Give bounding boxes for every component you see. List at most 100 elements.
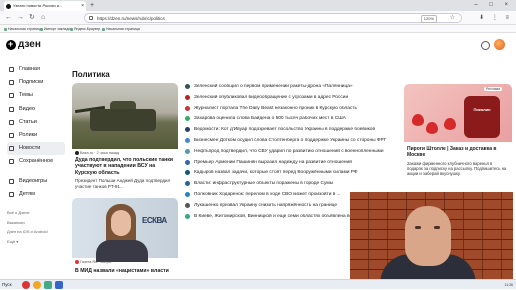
firefox-icon[interactable]: [33, 281, 41, 289]
source-icon: [185, 116, 190, 122]
bookmark-item[interactable]: Начальная страница: [102, 25, 140, 33]
news-photo: ЕСКВА: [72, 198, 178, 262]
news-item[interactable]: Зеленский опубликовал видеообращение с у…: [182, 94, 398, 106]
logo-text: дзен: [18, 39, 41, 50]
app-icon[interactable]: [55, 281, 63, 289]
source-icon: [185, 127, 190, 133]
sidebar-item-kids[interactable]: Детям: [7, 188, 65, 201]
news-item[interactable]: Зеленский сообщил о первом применении ра…: [182, 84, 398, 95]
footer-link[interactable]: Дзен на iOS и Android: [7, 227, 48, 237]
kids-icon: [9, 191, 14, 197]
bookmark-item[interactable]: Импорт закладок: [40, 25, 72, 33]
news-item-text: Журналист портала The Daily Beast незако…: [194, 105, 357, 111]
strawberry: [444, 118, 456, 130]
app-icon[interactable]: [44, 281, 52, 289]
opera-icon[interactable]: [22, 281, 30, 289]
sidebar-item-saved[interactable]: Сохранённое: [7, 155, 65, 168]
source-icon: [185, 105, 190, 111]
zoom-level[interactable]: 120%: [420, 15, 437, 23]
source-logo-icon: [75, 260, 79, 264]
news-item[interactable]: Нефтьпрод подтвердил, что СВУ ударил по …: [182, 148, 398, 160]
bookmark-star-icon[interactable]: ☆: [450, 14, 455, 22]
bookmarks-bar: Начальная страница Импорт закладок Яндек…: [0, 25, 516, 33]
forward-arrow-icon[interactable]: →: [17, 13, 24, 23]
news-item-text: Лукашенко призвал Украину снизить напряж…: [194, 202, 338, 208]
sidebar-item-label: Ролики: [19, 131, 38, 138]
lock-icon: [89, 16, 93, 20]
sidebar-item-subscriptions[interactable]: Подписки: [7, 76, 65, 89]
tank-image: [72, 83, 178, 149]
news-item[interactable]: Журналист портала The Daily Beast незако…: [182, 105, 398, 117]
sidebar-item-label: Статьи: [19, 118, 37, 125]
strawberry: [426, 122, 438, 134]
card-source: Газета.Ru · вчера: [75, 260, 111, 264]
person-eye: [434, 226, 440, 229]
webcam-overlay: [350, 192, 513, 279]
sidebar-item-clips[interactable]: Ролики: [7, 129, 65, 142]
sidebar-footer: Всё о Дзене Вакансии Дзен на iOS и Andro…: [7, 208, 48, 246]
source-icon: [185, 148, 190, 154]
dzen-logo[interactable]: дзен: [6, 39, 41, 50]
source-text: Газета.Ru · вчера: [80, 260, 111, 264]
source-icon: [185, 159, 190, 165]
news-item-text: Нефтьпрод подтвердил, что СВУ ударил по …: [194, 148, 384, 154]
close-tab-icon[interactable]: ×: [81, 1, 84, 11]
sidebar-divider: [7, 169, 65, 175]
news-item-text: Премьер Армении Пашинян выразил надежду …: [194, 159, 352, 165]
sidebar-item-label: Видео: [19, 105, 36, 112]
source-icon: [185, 213, 190, 219]
news-card[interactable]: Baza.ru · 2 часа назад Дуда подтвердил, …: [72, 83, 178, 193]
footer-link[interactable]: Вакансии: [7, 218, 48, 228]
card-headline[interactable]: В МИД назвали «нацистами» власти: [75, 268, 177, 274]
home-icon[interactable]: ⌂: [41, 13, 45, 23]
search-icon[interactable]: [481, 41, 490, 50]
sidebar-item-games[interactable]: Видеоигры: [7, 175, 65, 188]
sidebar-item-topics[interactable]: Темы: [7, 89, 65, 102]
address-bar-row: ← → ↻ ⌂ https://dzen.ru/news/rubric/poli…: [0, 11, 516, 25]
news-item[interactable]: Бизнесмен Дотком осудил слова Столтенбер…: [182, 137, 398, 149]
jar-label: Пиколин: [473, 107, 491, 112]
browser-tab[interactable]: Узнать новости России и... ×: [4, 1, 86, 11]
card-snippet: Президент Польши Анджей Дуда подтвердил …: [75, 178, 171, 189]
sidebar-item-articles[interactable]: Статьи: [7, 116, 65, 129]
jam-jar: [464, 96, 500, 138]
source-text: Baza.ru · 2 часа назад: [80, 151, 120, 155]
promo-title[interactable]: Пироги Штолле | Заказ и доставка в Москв…: [407, 146, 509, 159]
footer-link[interactable]: Ещё ▾: [7, 237, 48, 247]
source-icon: [185, 181, 190, 187]
news-item[interactable]: Власти: инфраструктурные объекты поражен…: [182, 181, 398, 192]
news-item-text: Ведомости: Кот д'Ивуар подозревает посол…: [194, 127, 376, 133]
window-controls[interactable]: ‒ □ ×: [474, 0, 513, 11]
footer-link[interactable]: Всё о Дзене: [7, 208, 48, 218]
tank-body: [90, 109, 156, 131]
photo-sign-text: ЕСКВА: [142, 216, 167, 225]
avatar[interactable]: [494, 39, 505, 50]
news-icon: [9, 146, 14, 152]
photo-body: [96, 240, 148, 262]
news-item[interactable]: Ведомости: Кот д'Ивуар подозревает посол…: [182, 127, 398, 138]
sidebar-item-home[interactable]: Главная: [7, 63, 65, 76]
promo-card[interactable]: Пиколин Реклама Пироги Штолле | Заказ и …: [404, 84, 512, 194]
start-button[interactable]: Пуск: [2, 281, 12, 289]
toolbar-icons[interactable]: ⬇ ⋮ ≡: [479, 13, 512, 23]
back-arrow-icon[interactable]: ←: [5, 13, 12, 23]
sidebar-item-label: Видеоигры: [19, 177, 48, 184]
new-tab-button[interactable]: +: [90, 1, 94, 10]
sidebar-item-label: Подписки: [19, 79, 44, 86]
news-item[interactable]: Кадыров назвал задачи, которые стоят пер…: [182, 170, 398, 181]
card-headline[interactable]: Дуда подтвердил, что польские танки учас…: [75, 157, 177, 176]
bookmark-item[interactable]: Начальная страница: [4, 25, 42, 33]
reload-icon[interactable]: ↻: [29, 13, 35, 23]
url-input[interactable]: https://dzen.ru/news/rubric/politics 120…: [84, 13, 462, 23]
news-item[interactable]: Захарова оценила слова Байдена о 500 тыс…: [182, 116, 398, 127]
sidebar-item-label: Детям: [19, 190, 35, 197]
browser-tab-bar: Узнать новости России и... × + ‒ □ ×: [0, 0, 516, 11]
promo-image: Пиколин Реклама: [404, 84, 512, 142]
bookmark-item[interactable]: Яндекс.Браузер: [70, 25, 100, 33]
news-item[interactable]: Премьер Армении Пашинян выразил надежду …: [182, 159, 398, 171]
photo-face: [111, 210, 131, 236]
sidebar-item-label: Сохранённое: [19, 158, 54, 165]
sidebar-item-news[interactable]: Новости: [7, 142, 65, 156]
sidebar-item-video[interactable]: Видео: [7, 103, 65, 116]
news-card[interactable]: ЕСКВА Газета.Ru · вчера В МИД назвали «н…: [72, 198, 178, 278]
